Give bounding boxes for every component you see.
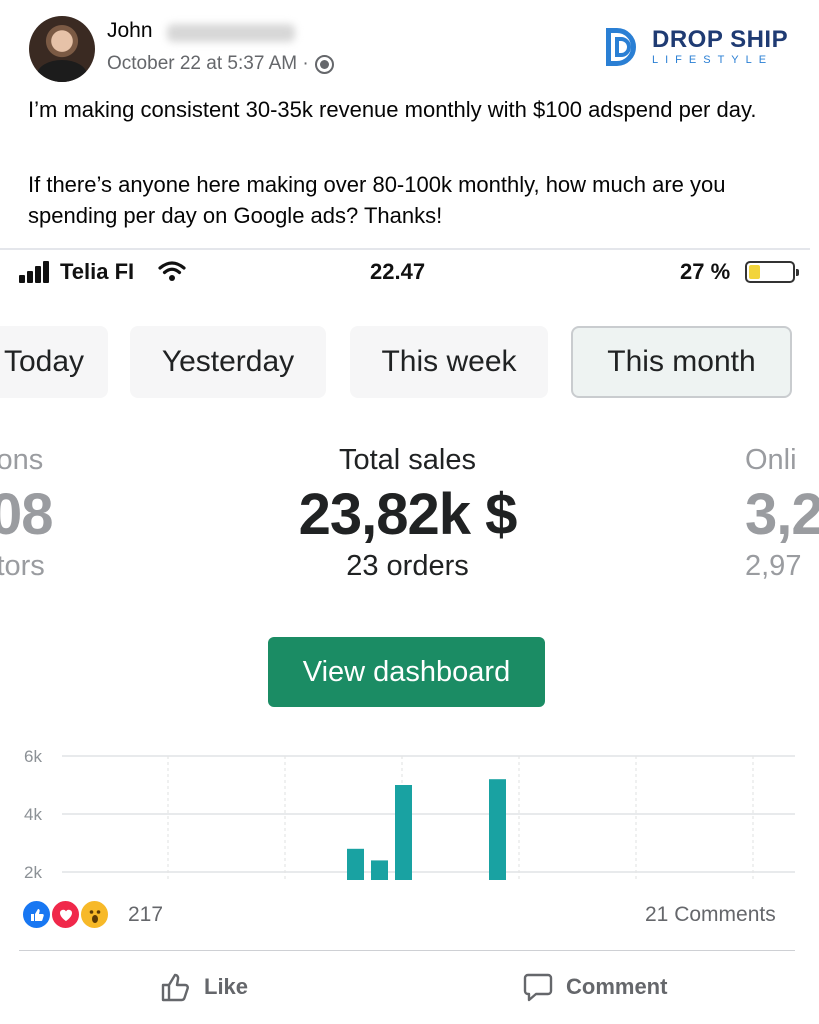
reaction-count[interactable]: 217 [128, 903, 163, 927]
globe-icon [314, 54, 334, 74]
comment-icon [523, 973, 553, 1002]
metric-online-sub: 2,97 [745, 550, 802, 582]
like-button[interactable]: Like [160, 964, 248, 1010]
actions-divider [19, 950, 795, 951]
battery-percent: 27 % [680, 259, 731, 284]
total-sales-orders: 23 orders [346, 550, 469, 582]
brand-name-bottom: LIFESTYLE [652, 54, 774, 66]
love-reaction-icon [50, 899, 81, 930]
brand-name-top: DROP SHIP [652, 26, 789, 53]
tab-this-month[interactable]: This month [571, 326, 792, 398]
post-timestamp[interactable]: October 22 at 5:37 AM · [107, 53, 309, 75]
brand-mark-icon [606, 28, 644, 66]
chart-bar [395, 785, 412, 880]
author-name[interactable]: John [107, 19, 153, 43]
post-header: John October 22 at 5:37 AM · DROP SHIP L… [0, 0, 819, 250]
tab-today[interactable]: Today [0, 326, 108, 398]
carrier-name: Telia FI [60, 259, 135, 284]
chart-y-tick-label: 2k [24, 863, 42, 880]
chart-y-ticks: 6k 4k 2k [24, 747, 42, 880]
wow-reaction-icon [79, 899, 110, 930]
author-avatar[interactable] [29, 16, 95, 82]
comments-count[interactable]: 21 Comments [645, 903, 776, 927]
post-meta: October 22 at 5:37 AM · [107, 53, 334, 75]
sales-bar-chart: 6k 4k 2k [24, 747, 795, 880]
redacted-surname [167, 24, 295, 42]
view-dashboard-button[interactable]: View dashboard [268, 637, 545, 707]
like-reaction-icon [21, 899, 52, 930]
metric-sessions-sub: itors [0, 550, 45, 582]
post-paragraph-2: If there’s anyone here making over 80-10… [28, 172, 726, 228]
metric-online-partial[interactable]: Onli 3,2 2,97 [745, 440, 819, 583]
metric-sessions-value: 08 [0, 482, 54, 547]
brand-logo: DROP SHIP LIFESTYLE [606, 28, 788, 66]
chart-y-tick-label: 4k [24, 805, 42, 824]
chart-bar [371, 860, 388, 880]
phone-clock: 22.47 [370, 259, 426, 284]
chart-bars [347, 779, 506, 880]
comment-label: Comment [566, 974, 668, 999]
metric-sessions-label: ions [0, 444, 44, 476]
chart-bar [347, 848, 364, 880]
like-label: Like [204, 974, 249, 999]
post-paragraph-1: I’m making consistent 30-35k revenue mon… [28, 97, 757, 122]
date-range-tabs: Today Yesterday This week This month [0, 322, 810, 402]
battery-level [749, 265, 760, 279]
total-sales-value: 23,82k $ [298, 482, 518, 547]
battery-icon [745, 261, 799, 283]
chart-bar [489, 779, 506, 880]
metric-total-sales[interactable]: Total sales 23,82k $ 23 orders [230, 444, 585, 583]
thumbs-up-icon [161, 973, 189, 1002]
reactions-bar [0, 880, 819, 1024]
metric-online-value: 3,2 [745, 482, 819, 547]
metric-online-label: Onli [745, 444, 797, 476]
chart-grid [62, 755, 795, 880]
tab-yesterday[interactable]: Yesterday [130, 326, 326, 398]
signal-icon [19, 261, 51, 283]
comment-button[interactable]: Comment [522, 964, 667, 1010]
reaction-icons[interactable] [21, 899, 115, 931]
total-sales-label: Total sales [338, 444, 476, 476]
wifi-icon [158, 261, 186, 281]
metric-sessions-partial[interactable]: ions 08 itors [0, 440, 80, 583]
screenshot-gap [0, 715, 819, 745]
tab-this-week[interactable]: This week [350, 326, 548, 398]
chart-y-tick-label: 6k [24, 747, 42, 766]
